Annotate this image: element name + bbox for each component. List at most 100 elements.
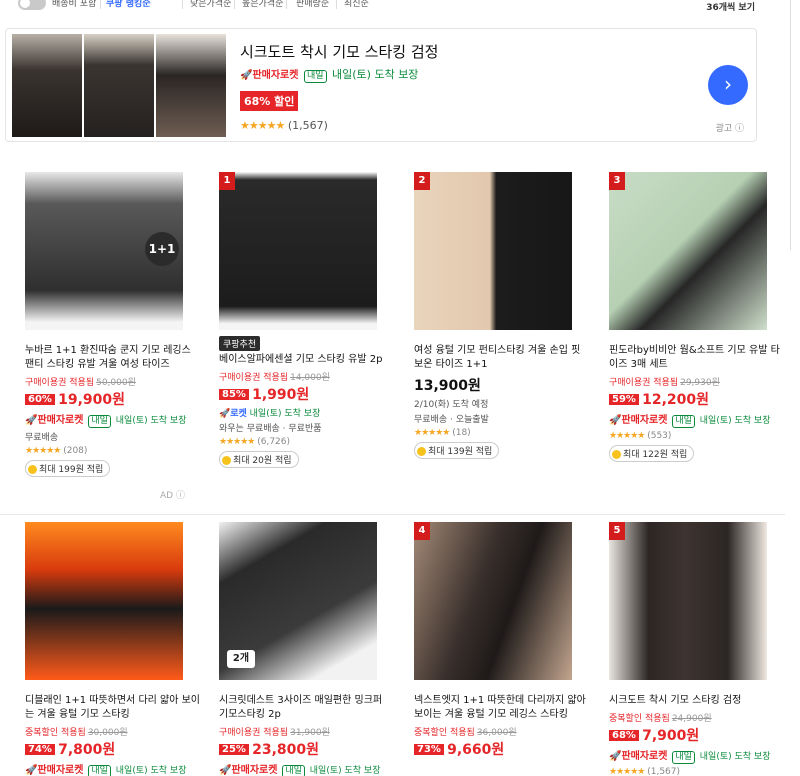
coupon-text: 중복할인 적용됨 <box>25 728 86 738</box>
ad-label[interactable]: 광고 ⓘ <box>716 121 744 134</box>
coupon-text: 구매이용권 적용됨 <box>219 373 289 383</box>
coin-icon <box>28 465 37 474</box>
rocket-icon: 🚀 <box>25 415 38 426</box>
ad-image-3 <box>156 34 226 137</box>
sale-price: 13,900원 <box>414 378 481 394</box>
review-count: (1,567) <box>287 119 328 132</box>
arrival-text: 2/10(화) 도착 예정 <box>414 400 489 410</box>
row-divider <box>0 514 785 515</box>
ad-banner[interactable]: 시크도트 착시 기모 스타킹 검정 🚀판매자로켓 내일 내일(토) 도착 보장 … <box>5 28 757 142</box>
original-price: 31,900원 <box>290 728 330 738</box>
product-name[interactable]: 디블래인 1+1 따뜻하면서 다리 얇아 보이는 겨울 융털 기모 스타킹 <box>25 694 200 722</box>
coupon-text: 중복할인 적용됨 <box>414 728 475 738</box>
point-badge: 최대 199원 적립 <box>25 460 111 477</box>
product-image[interactable]: 1+1 <box>25 172 183 330</box>
discount-rate: 68% <box>609 729 639 741</box>
rocket-icon: 🚀 <box>609 415 622 426</box>
product-image[interactable]: 4 <box>414 522 572 680</box>
arrival-text: 내일(토) 도착 보장 <box>309 766 381 776</box>
product-name[interactable]: 여성 융털 기모 펀티스타킹 겨울 손입 핏 보온 타이즈 1+1 <box>414 344 589 372</box>
product-name[interactable]: 베이스알파에센셜 기모 스타킹 유발 2p <box>219 353 394 367</box>
sort-sales[interactable]: 판매량순 <box>296 0 329 9</box>
star-rating: ★★★★★ <box>609 767 645 776</box>
discount-rate: 74% <box>25 743 55 755</box>
ad-images <box>12 34 226 137</box>
point-badge: 최대 20원 적립 <box>219 451 299 468</box>
rank-badge: 4 <box>414 522 430 540</box>
recommend-badge: 쿠팡추천 <box>219 336 261 351</box>
rocket-icon: 🚀 <box>219 765 232 776</box>
point-badge: 최대 139원 적립 <box>414 442 500 459</box>
shipping-text: 와우는 무료배송 · 무료반품 <box>219 424 322 434</box>
original-price: 14,000원 <box>290 373 330 383</box>
bundle-badge: 1+1 <box>145 232 179 266</box>
star-rating: ★★★★★ <box>25 446 61 456</box>
rank-badge: 3 <box>609 172 625 190</box>
ad-image-2 <box>84 34 154 137</box>
review-count: (553) <box>647 431 672 441</box>
scrollbar-track[interactable] <box>790 0 791 250</box>
product-name[interactable]: 핀도라by비비안 웜&소프트 기모 유발 타이즈 3매 세트 <box>609 344 784 372</box>
arrival-text: 내일(토) 도착 보장 <box>115 416 187 426</box>
delivery-fee-label: 배송비 포함 <box>52 0 97 9</box>
sort-ranking[interactable]: 쿠팡 랭킹순 <box>106 0 151 9</box>
product-image[interactable]: 2개 <box>219 522 377 680</box>
product-name[interactable]: 누바르 1+1 환진따숨 쿤지 기모 레깅스 팬티 스타킹 유발 겨울 여성 타… <box>25 344 200 372</box>
ad-title[interactable]: 시크도트 착시 기모 스타킹 검정 <box>240 41 438 62</box>
ad-image-1 <box>12 34 82 137</box>
arrival-text: 내일(토) 도착 보장 <box>115 766 187 776</box>
coupon-text: 구매이용권 적용됨 <box>219 728 289 738</box>
view-count-select[interactable]: 36개씩 보기 <box>706 0 755 13</box>
product-name[interactable]: 넥스트엣지 1+1 따뜻한데 다리까지 얇아보이는 겨울 융털 기모 레깅스 스… <box>414 694 589 722</box>
discount-rate: 73% <box>414 743 444 755</box>
star-rating: ★★★★★ <box>219 437 255 447</box>
original-price: 24,900원 <box>671 714 712 724</box>
product-name[interactable]: 시크도트 착시 기모 스타킹 검정 <box>609 694 784 708</box>
coin-icon <box>417 447 426 456</box>
original-price: 36,000원 <box>476 728 517 738</box>
rocket-icon: 🚀 <box>25 765 38 776</box>
rank-badge: 1 <box>219 172 235 190</box>
coin-icon <box>222 456 231 465</box>
star-rating: ★★★★★ <box>609 431 645 441</box>
sort-newest[interactable]: 최신순 <box>344 0 369 9</box>
ad-badge[interactable]: AD ⓘ <box>160 488 185 501</box>
rocket-icon: 🚀 <box>609 751 622 762</box>
rank-badge: 5 <box>609 522 625 540</box>
coin-icon <box>612 450 621 459</box>
original-price: 29,930원 <box>680 378 720 388</box>
arrival-text: 내일(토) 도착 보장 <box>699 416 771 426</box>
sort-high-price[interactable]: 높은가격순 <box>242 0 283 9</box>
product-image[interactable]: 3 <box>609 172 767 330</box>
filter-bar: 배송비 포함 쿠팡 랭킹순 낮은가격순 높은가격순 판매량순 최신순 36개씩 … <box>0 0 800 16</box>
product-image[interactable] <box>25 522 183 680</box>
star-rating: ★★★★★ <box>240 119 285 132</box>
product-image[interactable]: 5 <box>609 522 767 680</box>
review-count: (18) <box>452 428 471 438</box>
product-image[interactable]: 1 <box>219 172 377 330</box>
rank-badge: 2 <box>414 172 430 190</box>
original-price: 50,000원 <box>96 378 136 388</box>
shipping-text: 무료배송 · 오늘출발 <box>414 415 489 425</box>
arrival-text: 내일(토) 도착 보장 <box>699 752 771 762</box>
original-price: 30,000원 <box>87 728 128 738</box>
sale-price: 7,900원 <box>642 728 700 744</box>
coupon-text: 구매이용권 적용됨 <box>609 378 679 388</box>
chevron-right-icon[interactable]: › <box>708 65 748 105</box>
review-count: (208) <box>63 446 88 456</box>
sale-price: 12,200원 <box>642 392 710 408</box>
star-rating: ★★★★★ <box>414 428 450 438</box>
product-name[interactable]: 시크릿데스트 3사이즈 매일편한 밍크퍼 기모스타킹 2p <box>219 694 394 722</box>
ad-rating: ★★★★★ (1,567) <box>240 119 328 132</box>
product-image[interactable]: 2 <box>414 172 572 330</box>
delivery-fee-toggle[interactable] <box>18 0 46 10</box>
shipping-text: 무료배송 <box>25 433 59 443</box>
sale-price: 1,990원 <box>252 387 310 403</box>
coupon-text: 구매이용권 적용됨 <box>25 378 95 388</box>
ad-delivery: 🚀판매자로켓 내일 내일(토) 도착 보장 <box>240 68 419 83</box>
ad-discount-badge: 68% 할인 <box>240 91 299 111</box>
sort-low-price[interactable]: 낮은가격순 <box>190 0 231 9</box>
rocket-icon: 🚀 <box>240 70 253 81</box>
discount-rate: 25% <box>219 743 249 755</box>
rocket-icon: 🚀 <box>219 409 231 419</box>
